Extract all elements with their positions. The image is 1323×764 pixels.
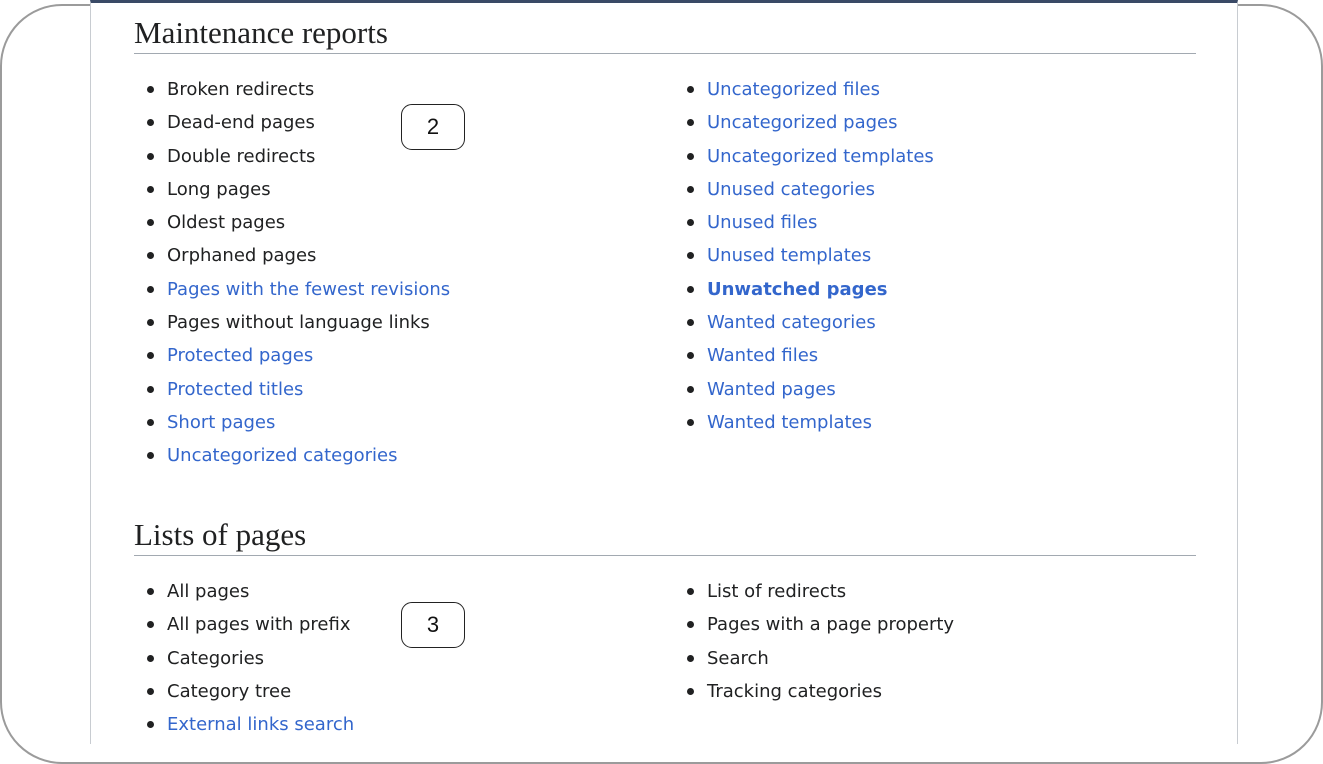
special-page-link[interactable]: Wanted files — [707, 345, 818, 366]
list-item: Wanted templates — [674, 406, 934, 439]
special-page-link[interactable]: Pages with a page property — [707, 614, 954, 635]
list-item: Wanted categories — [674, 306, 934, 339]
annotation-badge-2: 2 — [401, 104, 465, 150]
special-page-link[interactable]: Protected titles — [167, 379, 303, 400]
list-item: Unused files — [674, 206, 934, 239]
list-item: Search — [674, 642, 954, 675]
list-item: Uncategorized categories — [134, 439, 450, 472]
special-page-link[interactable]: Protected pages — [167, 345, 313, 366]
list-item: Protected pages — [134, 339, 450, 372]
list-item: List of redirects — [674, 575, 954, 608]
list-item: Long pages — [134, 173, 450, 206]
list-item: Uncategorized files — [674, 73, 934, 106]
maintenance-reports-heading: Maintenance reports — [134, 15, 1196, 54]
list-item: Uncategorized pages — [674, 106, 934, 139]
special-page-link[interactable]: Tracking categories — [707, 681, 882, 702]
special-page-link[interactable]: Broken redirects — [167, 79, 314, 100]
special-page-link[interactable]: Wanted pages — [707, 379, 836, 400]
list-item: Short pages — [134, 406, 450, 439]
list-item: Broken redirects — [134, 73, 450, 106]
list-item: Category tree — [134, 675, 354, 708]
special-page-link[interactable]: Wanted categories — [707, 312, 876, 333]
special-page-link[interactable]: Pages with the fewest revisions — [167, 279, 450, 300]
list-item: Unwatched pages — [674, 273, 934, 306]
special-page-link[interactable]: Long pages — [167, 179, 271, 200]
special-page-link[interactable]: Unused files — [707, 212, 817, 233]
special-page-link[interactable]: Uncategorized pages — [707, 112, 898, 133]
special-page-link[interactable]: Oldest pages — [167, 212, 285, 233]
special-page-link[interactable]: Uncategorized templates — [707, 146, 934, 167]
special-page-link[interactable]: Unused categories — [707, 179, 875, 200]
list-item: Unused categories — [674, 173, 934, 206]
special-page-link[interactable]: Wanted templates — [707, 412, 872, 433]
special-page-link[interactable]: External links search — [167, 714, 354, 735]
list-item: Pages with the fewest revisions — [134, 273, 450, 306]
special-page-link[interactable]: Double redirects — [167, 146, 315, 167]
list-item: Wanted pages — [674, 373, 934, 406]
lists-of-pages-heading: Lists of pages — [134, 517, 1196, 556]
list-item: Uncategorized templates — [674, 140, 934, 173]
special-page-link[interactable]: All pages with prefix — [167, 614, 351, 635]
maintenance-right-list: Uncategorized files Uncategorized pages Un… — [674, 73, 934, 439]
list-item: Pages with a page property — [674, 608, 954, 641]
special-page-link[interactable]: All pages — [167, 581, 249, 602]
special-page-link[interactable]: Category tree — [167, 681, 291, 702]
list-item: Orphaned pages — [134, 239, 450, 272]
list-item: Protected titles — [134, 373, 450, 406]
list-item: All pages with prefix — [134, 608, 354, 641]
content-page: Maintenance reports Broken redirects Dead… — [90, 0, 1238, 744]
special-page-link[interactable]: Search — [707, 648, 769, 669]
special-page-link[interactable]: Uncategorized files — [707, 79, 880, 100]
lists-right-list: List of redirects Pages with a page prope… — [674, 575, 954, 708]
list-item: Wanted files — [674, 339, 934, 372]
special-page-link[interactable]: Categories — [167, 648, 264, 669]
list-item: Unused templates — [674, 239, 934, 272]
annotation-badge-3: 3 — [401, 602, 465, 648]
lists-left-list: All pages All pages with prefix Categories… — [134, 575, 354, 741]
special-page-link[interactable]: Uncategorized categories — [167, 445, 398, 466]
list-item: All pages — [134, 575, 354, 608]
special-page-link[interactable]: Unused templates — [707, 245, 871, 266]
special-page-link[interactable]: Orphaned pages — [167, 245, 316, 266]
special-page-link[interactable]: List of redirects — [707, 581, 846, 602]
special-page-link[interactable]: Dead-end pages — [167, 112, 315, 133]
special-page-link[interactable]: Pages without language links — [167, 312, 430, 333]
special-page-link[interactable]: Short pages — [167, 412, 275, 433]
list-item: Oldest pages — [134, 206, 450, 239]
list-item: Pages without language links — [134, 306, 450, 339]
list-item: Tracking categories — [674, 675, 954, 708]
special-page-link[interactable]: Unwatched pages — [707, 279, 888, 300]
list-item: Categories — [134, 642, 354, 675]
maintenance-reports-section: Maintenance reports Broken redirects Dead… — [134, 15, 1196, 466]
lists-of-pages-section: Lists of pages All pages All pages with p… — [134, 517, 1196, 735]
list-item: External links search — [134, 708, 354, 741]
